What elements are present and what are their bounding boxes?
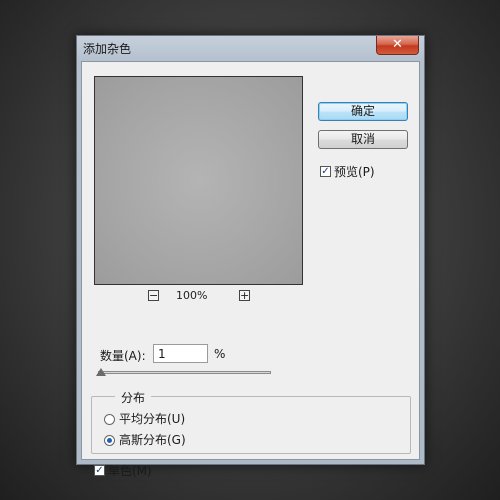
radio-button[interactable]: [104, 435, 115, 446]
zoom-level: 100%: [176, 289, 208, 302]
close-button[interactable]: ✕: [376, 36, 419, 55]
check-icon: ✓: [95, 465, 104, 476]
radio-button[interactable]: [104, 414, 115, 425]
dialog-title: 添加杂色: [83, 42, 132, 56]
dialog-body: − 100% + 确定 取消 ✓ 预览(P) 数量(A): % 分布 平均分布(U…: [81, 61, 420, 478]
plus-icon: +: [240, 289, 250, 302]
amount-slider-thumb[interactable]: [96, 368, 106, 376]
radio-label: 平均分布(U): [119, 412, 186, 426]
preview-image[interactable]: [94, 76, 303, 285]
preview-checkbox[interactable]: ✓: [320, 166, 331, 177]
title-bar[interactable]: 添加杂色 ✕: [77, 36, 424, 61]
distribution-legend: 分布: [115, 389, 152, 406]
monochromatic-checkbox-row[interactable]: ✓ 单色(M): [94, 462, 152, 479]
monochromatic-checkbox[interactable]: ✓: [94, 465, 105, 476]
radio-gaussian[interactable]: 高斯分布(G): [104, 431, 186, 448]
add-noise-dialog: 添加杂色 ✕ − 100% + 确定 取消 ✓ 预览(P) 数量(A): % 分布…: [76, 35, 425, 478]
minus-icon: −: [149, 289, 159, 302]
cancel-button[interactable]: 取消: [318, 130, 408, 149]
close-icon: ✕: [392, 37, 403, 52]
ok-button[interactable]: 确定: [318, 102, 408, 121]
preview-checkbox-row[interactable]: ✓ 预览(P): [320, 163, 375, 180]
amount-input[interactable]: [153, 344, 208, 363]
check-icon: ✓: [321, 166, 330, 177]
preview-checkbox-label: 预览(P): [334, 165, 375, 179]
amount-label: 数量(A):: [100, 349, 146, 363]
radio-label: 高斯分布(G): [119, 433, 186, 447]
amount-slider[interactable]: [98, 371, 271, 374]
zoom-in-button[interactable]: +: [239, 290, 250, 301]
monochromatic-label: 单色(M): [108, 464, 152, 478]
radio-uniform[interactable]: 平均分布(U): [104, 410, 185, 427]
amount-unit: %: [214, 347, 226, 361]
zoom-out-button[interactable]: −: [148, 290, 159, 301]
